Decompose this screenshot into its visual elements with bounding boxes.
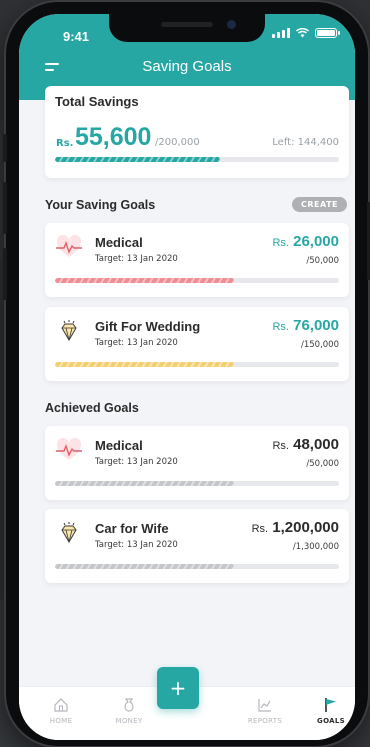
goal-target-date: Target: 13 Jan 2020 xyxy=(95,540,178,550)
total-savings-title: Total Savings xyxy=(55,94,139,109)
achieved-goals-title: Achieved Goals xyxy=(45,401,139,415)
goal-saved-amount: Rs. 48,000 xyxy=(272,436,339,453)
achieved-goal-card[interactable]: Car for Wife Target: 13 Jan 2020 Rs. 1,2… xyxy=(45,509,349,583)
create-goal-button[interactable]: CREATE xyxy=(292,197,347,212)
diamond-icon xyxy=(61,522,77,543)
tab-goals[interactable]: GOALS xyxy=(301,697,355,725)
goal-saved-amount: Rs. 76,000 xyxy=(272,317,339,334)
goal-target-date: Target: 13 Jan 2020 xyxy=(95,254,178,264)
goal-progress-bar xyxy=(55,362,339,367)
heartbeat-icon xyxy=(56,438,82,460)
chart-icon xyxy=(258,699,271,712)
notch xyxy=(109,14,265,42)
tab-reports-label: REPORTS xyxy=(247,717,283,725)
money-icon xyxy=(124,698,134,712)
volume-up-button xyxy=(3,182,7,234)
page-title: Saving Goals xyxy=(142,58,232,75)
tab-reports[interactable]: REPORTS xyxy=(235,697,295,725)
status-time: 9:41 xyxy=(63,29,90,44)
total-savings-card: Total Savings Rs. 55,600 /200,000 Left: … xyxy=(45,86,349,178)
goal-name: Medical xyxy=(95,438,143,453)
achieved-goal-card[interactable]: Medical Target: 13 Jan 2020 Rs. 48,000 /… xyxy=(45,426,349,500)
goal-progress-fill xyxy=(55,362,234,367)
volume-down-button xyxy=(3,248,7,300)
status-icons xyxy=(272,28,340,38)
speaker-grille xyxy=(161,22,213,27)
mute-switch xyxy=(3,134,7,162)
tab-money-label: MONEY xyxy=(115,717,143,725)
total-currency: Rs. xyxy=(56,138,74,149)
your-goals-title: Your Saving Goals xyxy=(45,198,156,212)
signal-icon xyxy=(272,28,290,38)
tab-goals-label: GOALS xyxy=(317,717,345,725)
goal-name: Car for Wife xyxy=(95,521,169,536)
battery-icon xyxy=(315,28,340,38)
home-icon xyxy=(54,698,68,712)
total-amount: 55,600 xyxy=(75,123,152,151)
wifi-icon xyxy=(296,28,309,38)
goal-total-amount: /50,000 xyxy=(306,459,339,469)
phone-screen: 9:41 Saving Goals Total Savings Rs. 55,6… xyxy=(19,14,355,740)
tab-money[interactable]: MONEY xyxy=(99,697,159,725)
goal-target-date: Target: 13 Jan 2020 xyxy=(95,457,178,467)
goal-target-date: Target: 13 Jan 2020 xyxy=(95,338,178,348)
goal-saved-amount: Rs. 26,000 xyxy=(272,233,339,250)
goal-card[interactable]: Medical Target: 13 Jan 2020 Rs. 26,000 /… xyxy=(45,223,349,297)
goal-name: Gift For Wedding xyxy=(95,319,201,334)
goal-name: Medical xyxy=(95,235,143,250)
front-camera xyxy=(227,20,236,29)
goal-progress-bar xyxy=(55,278,339,283)
goal-progress-fill xyxy=(55,278,234,283)
add-button[interactable]: + xyxy=(157,667,199,709)
goal-progress-fill xyxy=(55,564,234,569)
goal-total-amount: /50,000 xyxy=(306,256,339,266)
goal-saved-amount: Rs. 1,200,000 xyxy=(251,519,339,536)
flag-icon xyxy=(325,698,336,712)
goal-card[interactable]: Gift For Wedding Target: 13 Jan 2020 Rs.… xyxy=(45,307,349,381)
goal-progress-fill xyxy=(55,481,234,486)
diamond-icon xyxy=(61,320,77,341)
goal-progress-bar xyxy=(55,564,339,569)
heartbeat-icon xyxy=(56,235,82,257)
total-target: /200,000 xyxy=(155,137,200,148)
goal-total-amount: /150,000 xyxy=(300,340,339,350)
tab-home-label: HOME xyxy=(49,717,73,725)
goal-total-amount: /1,300,000 xyxy=(292,542,339,552)
total-progress-bar xyxy=(55,157,339,162)
tab-home[interactable]: HOME xyxy=(31,697,91,725)
total-progress-fill xyxy=(55,157,220,162)
goal-progress-bar xyxy=(55,481,339,486)
total-left: Left: 144,400 xyxy=(272,137,339,148)
